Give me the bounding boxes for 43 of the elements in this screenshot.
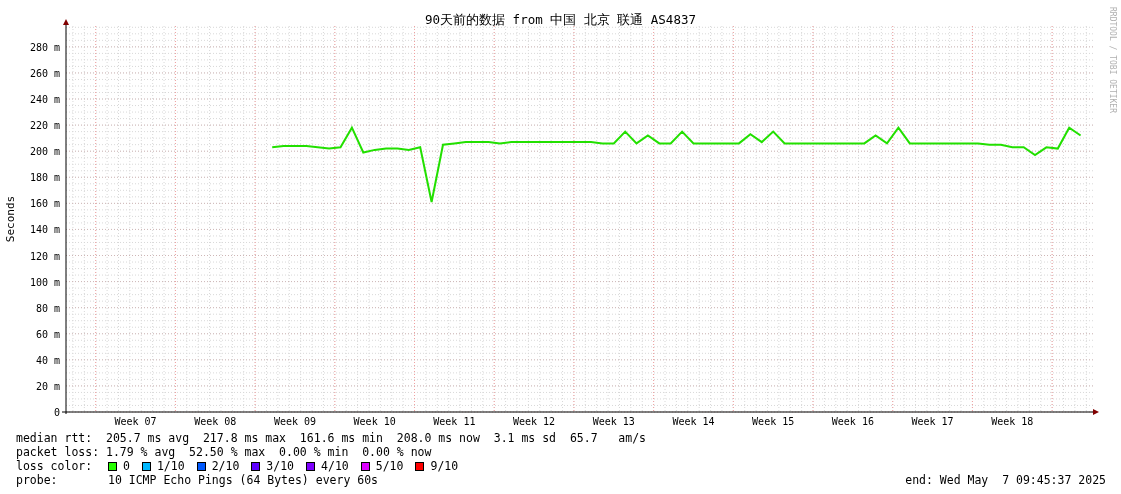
axis-tick-label: 0 [53,407,60,418]
legend-label: 3/10 [266,459,295,473]
axis-tick-label: Week 17 [911,416,954,427]
axis-tick-label: Week 14 [672,416,715,427]
axis-tick-label: Week 15 [752,416,795,427]
axis-tick-label: 40 m [35,354,60,366]
axis-tick-label: Week 18 [991,416,1034,427]
axis-tick-label: Week 16 [831,416,874,427]
axis-tick-label: 260 m [29,67,60,79]
axis-tick-label: Week 09 [273,416,317,427]
watermark-text: RRDTOOL / TOBI OETIKER [1107,6,1117,115]
chart-title: 90天前的数据 from 中国 北京 联通 AS4837 [425,12,696,28]
axis-tick-label: Week 13 [592,416,635,427]
axis-tick-label: 80 m [35,302,60,314]
axis-tick-label: Week 11 [433,416,476,427]
legend-label: 2/10 [211,459,240,473]
legend-label: 1/10 [156,459,185,473]
axis-title: Seconds [4,195,17,243]
axis-tick-label: Week 08 [194,416,237,427]
probe-info: 10 ICMP Echo Pings (64 Bytes) every 60s [108,473,379,487]
axis-tick-label: 200 m [29,146,60,158]
legend-label: loss color: [16,459,94,473]
axis-tick-label: 100 m [29,276,60,288]
axis-tick-label: 180 m [29,172,60,184]
legend-label: probe: [16,473,59,487]
end-time: end: Wed May 7 09:45:37 2025 [905,473,1106,487]
packet-loss-stats: packet loss: 1.79 % avg 52.50 % max 0.00 % min 0.00 % now [16,445,432,459]
axis-tick-label: 220 m [29,120,60,132]
legend-label: 0 [123,459,130,473]
axis-tick-label: 240 m [29,94,60,106]
legend-label: 5/10 [375,459,404,473]
median-rtt-stats: median rtt: 205.7 ms avg 217.8 ms max 161.6 ms min 208.0 ms now 3.1 ms sd 65.7 am/s [16,431,647,445]
axis-tick-label: 160 m [29,198,60,210]
axis-tick-label: 20 m [35,380,60,392]
axis-tick-label: Week 10 [353,416,396,427]
axis-tick-label: 280 m [29,41,60,53]
legend-label: 4/10 [321,459,349,473]
axis-tick-label: 60 m [35,328,60,340]
axis-tick-label: Week 07 [114,416,157,427]
legend-label: 9/10 [430,459,459,473]
axis-tick-label: 140 m [29,224,60,236]
axis-tick-label: 120 m [29,250,60,262]
axis-tick-label: Week 12 [513,416,556,427]
